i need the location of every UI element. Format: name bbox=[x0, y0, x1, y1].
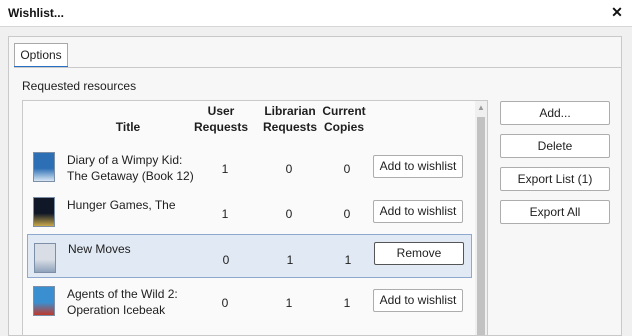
row-title: Agents of the Wild 2: Operation Icebeak bbox=[67, 286, 207, 318]
user-requests-value: 1 bbox=[221, 162, 229, 176]
tab-divider bbox=[14, 67, 622, 68]
user-requests-value: 1 bbox=[221, 207, 229, 221]
column-header-title[interactable]: Title bbox=[103, 119, 153, 135]
requested-resources-grid: Title User Requests Librarian Requests C… bbox=[22, 100, 488, 336]
user-requests-value: 0 bbox=[222, 253, 230, 267]
column-header-line: Requests bbox=[262, 120, 318, 134]
current-copies-value: 0 bbox=[343, 207, 351, 221]
row-title-line: Operation Icebeak bbox=[67, 303, 166, 317]
column-header-title-text: Title bbox=[115, 120, 141, 134]
table-row-selected[interactable]: New Moves 0 1 1 Remove bbox=[27, 234, 472, 278]
row-title: Diary of a Wimpy Kid: The Getaway (Book … bbox=[67, 152, 207, 184]
add-button[interactable]: Add... bbox=[500, 101, 610, 125]
row-title-line: Agents of the Wild 2: bbox=[67, 287, 178, 301]
row-title: New Moves bbox=[68, 241, 208, 257]
book-cover-image bbox=[34, 243, 56, 273]
scrollbar-thumb[interactable] bbox=[477, 117, 485, 335]
column-header-line: User bbox=[207, 104, 235, 118]
remove-button[interactable]: Remove bbox=[374, 242, 464, 265]
table-row[interactable]: Agents of the Wild 2: Operation Icebeak … bbox=[27, 278, 472, 322]
tab-options[interactable]: Options bbox=[14, 43, 68, 67]
current-copies-value: 1 bbox=[343, 296, 351, 310]
column-header-line: Current bbox=[322, 104, 366, 118]
export-all-button[interactable]: Export All bbox=[500, 200, 610, 224]
add-to-wishlist-button[interactable]: Add to wishlist bbox=[373, 200, 463, 223]
delete-button[interactable]: Delete bbox=[500, 134, 610, 158]
vertical-scrollbar[interactable]: ▲ bbox=[475, 101, 487, 335]
column-header-line: Copies bbox=[323, 120, 364, 134]
window-title: Wishlist... bbox=[8, 6, 64, 20]
librarian-requests-value: 1 bbox=[285, 296, 293, 310]
scroll-up-icon[interactable]: ▲ bbox=[475, 103, 487, 113]
book-cover-image bbox=[33, 197, 55, 227]
add-to-wishlist-button[interactable]: Add to wishlist bbox=[373, 155, 463, 178]
add-to-wishlist-button[interactable]: Add to wishlist bbox=[373, 289, 463, 312]
table-row[interactable]: Diary of a Wimpy Kid: The Getaway (Book … bbox=[27, 144, 472, 188]
column-header-line: Librarian bbox=[264, 104, 316, 118]
librarian-requests-value: 0 bbox=[285, 162, 293, 176]
user-requests-value: 0 bbox=[221, 296, 229, 310]
current-copies-value: 0 bbox=[343, 162, 351, 176]
table-row[interactable]: Hunger Games, The 1 0 0 Add to wishlist bbox=[27, 189, 472, 233]
title-bar: Wishlist... ✕ bbox=[0, 0, 632, 27]
librarian-requests-value: 1 bbox=[286, 253, 294, 267]
row-title-line: Diary of a Wimpy Kid: bbox=[67, 153, 183, 167]
book-cover-image bbox=[33, 152, 55, 182]
book-cover-image bbox=[33, 286, 55, 316]
librarian-requests-value: 0 bbox=[285, 207, 293, 221]
close-icon[interactable]: ✕ bbox=[608, 3, 626, 21]
export-list-button[interactable]: Export List (1) bbox=[500, 167, 610, 191]
current-copies-value: 1 bbox=[344, 253, 352, 267]
column-header-line: Requests bbox=[193, 120, 249, 134]
row-title-line: The Getaway (Book 12) bbox=[67, 169, 194, 183]
row-title-line: New Moves bbox=[68, 242, 131, 256]
row-title-line: Hunger Games, The bbox=[67, 198, 176, 212]
column-header-user-requests[interactable]: User Requests bbox=[189, 103, 253, 135]
section-label: Requested resources bbox=[22, 79, 137, 93]
column-header-current-copies[interactable]: Current Copies bbox=[319, 103, 369, 135]
row-title: Hunger Games, The bbox=[67, 197, 207, 213]
column-header-librarian-requests[interactable]: Librarian Requests bbox=[257, 103, 323, 135]
